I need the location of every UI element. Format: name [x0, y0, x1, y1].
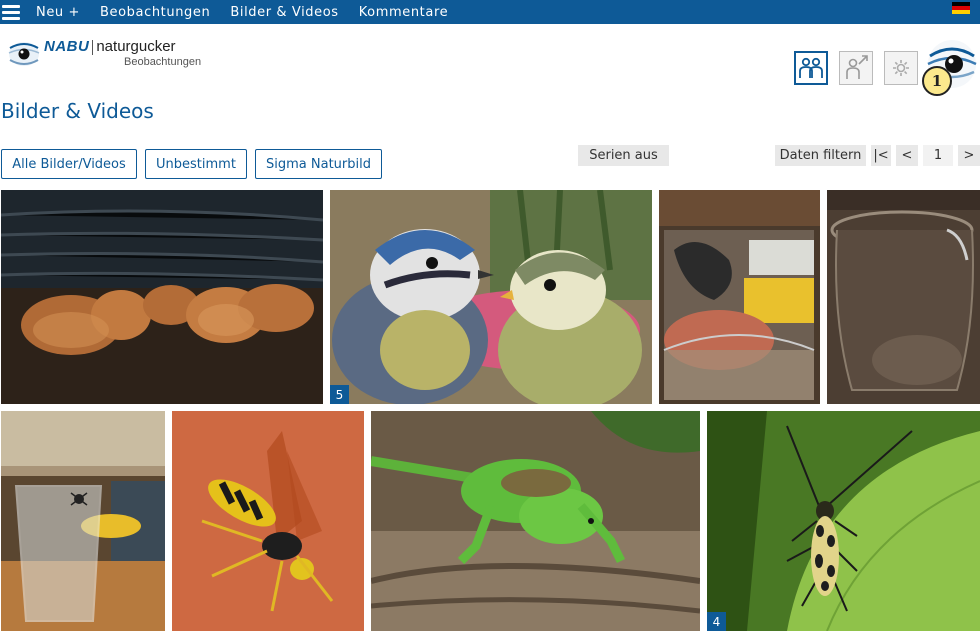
spider-glass-photo [1, 411, 165, 631]
logo-subtitle: Beobachtungen [124, 56, 202, 68]
page-title: Bilder & Videos [1, 99, 154, 123]
filter-all-media-button[interactable]: Alle Bilder/Videos [1, 149, 137, 179]
settings-button[interactable] [884, 51, 918, 85]
fungus-photo [1, 190, 323, 404]
group-icon [799, 57, 823, 78]
gallery-item[interactable]: 4 [707, 411, 980, 631]
gallery-item[interactable] [371, 411, 700, 631]
gallery-item[interactable]: 5 [330, 190, 652, 404]
group-button[interactable] [794, 51, 828, 85]
site-logo[interactable]: NABU naturgucker Beobachtungen [8, 38, 201, 70]
nav-media[interactable]: Bilder & Videos [230, 5, 338, 20]
top-nav: Neu + Beobachtungen Bilder & Videos Komm… [0, 0, 980, 24]
profile-badge: 1 [922, 66, 952, 96]
gallery-item[interactable] [659, 190, 820, 404]
gallery-item[interactable] [827, 190, 980, 404]
glass-jar-photo [827, 190, 980, 404]
nav-new[interactable]: Neu + [36, 5, 80, 20]
longhorn-beetle-photo [707, 411, 980, 631]
series-count-badge: 4 [707, 612, 726, 631]
user-share-icon [846, 55, 868, 79]
spider-jar-photo [659, 190, 820, 404]
nav-observations[interactable]: Beobachtungen [100, 5, 210, 20]
gallery-item[interactable] [172, 411, 364, 631]
series-count-badge: 5 [330, 385, 349, 404]
prev-page-button[interactable]: < [896, 145, 918, 166]
filter-undetermined-button[interactable]: Unbestimmt [145, 149, 247, 179]
settings-icon [893, 60, 909, 76]
nav-comments[interactable]: Kommentare [359, 5, 449, 20]
german-flag-icon[interactable] [952, 2, 970, 14]
wasp-photo [172, 411, 364, 631]
menu-icon[interactable] [2, 4, 20, 20]
blue-tits-photo [330, 190, 652, 404]
gallery-item[interactable] [1, 411, 165, 631]
logo-nabu-text: NABU [44, 38, 90, 55]
share-profile-button[interactable] [839, 51, 873, 85]
data-filter-button[interactable]: Daten filtern [775, 145, 866, 166]
first-page-button[interactable]: |< [871, 145, 891, 166]
next-page-button[interactable]: > [958, 145, 980, 166]
green-lizard-photo [371, 411, 700, 631]
series-toggle-button[interactable]: Serien aus [578, 145, 669, 166]
logo-naturgucker-text: naturgucker [96, 38, 176, 55]
eye-logo-icon [8, 38, 40, 70]
page-number: 1 [923, 145, 953, 166]
filter-sigma-button[interactable]: Sigma Naturbild [255, 149, 382, 179]
gallery-item[interactable] [1, 190, 323, 404]
